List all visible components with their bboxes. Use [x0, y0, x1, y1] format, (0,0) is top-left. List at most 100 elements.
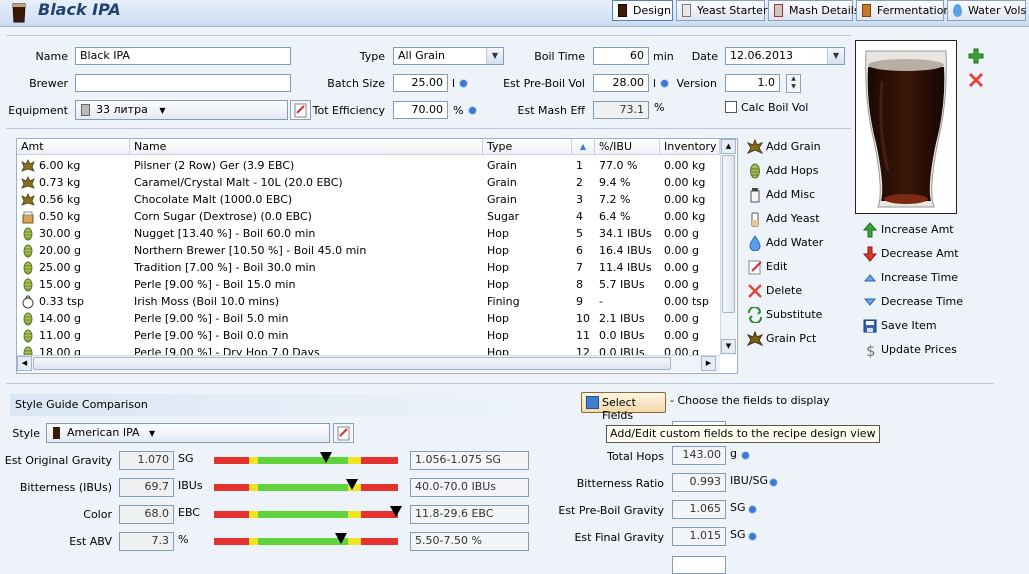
svg-text:$: $: [866, 342, 876, 358]
tab-yeast-starter[interactable]: Yeast Starter: [676, 0, 767, 21]
cell-name: Irish Moss (Boil 10.0 mins): [134, 295, 280, 308]
table-row[interactable]: 0.50 kg Corn Sugar (Dextrose) (0.0 EBC) Su…: [17, 208, 719, 225]
style-row-unit: EBC: [178, 506, 200, 519]
batch-size-input[interactable]: 25.00: [393, 74, 448, 92]
table-row[interactable]: 11.00 g Perle [9.00 %] - Boil 0.0 min Hop 1…: [17, 327, 719, 344]
batch-size-info-dot[interactable]: [460, 80, 467, 87]
select-fields-button[interactable]: Select Fields: [581, 392, 666, 422]
add-yeast-button[interactable]: Add Yeast: [747, 211, 837, 228]
cell-inv: 0.00 g: [664, 261, 699, 274]
col-amt[interactable]: Amt: [17, 139, 130, 155]
col-name[interactable]: Name: [130, 139, 483, 155]
version-input[interactable]: 1.0: [725, 74, 780, 92]
style-select[interactable]: American IPA ▼: [46, 423, 330, 443]
scroll-left-arrow[interactable]: ◀: [17, 356, 32, 371]
table-row[interactable]: 14.00 g Perle [9.00 %] - Boil 5.0 min Hop 1…: [17, 310, 719, 327]
tab-fermentation[interactable]: Fermentation: [856, 0, 950, 21]
type-select[interactable]: All Grain ▼: [393, 47, 504, 65]
add-grain-button[interactable]: Add Grain: [746, 138, 837, 156]
efficiency-info-dot[interactable]: [469, 107, 476, 114]
delete-button[interactable]: Delete: [747, 283, 837, 300]
increase-time-button[interactable]: Increase Time: [862, 270, 972, 287]
efficiency-label: Tot Efficiency: [312, 104, 385, 117]
grid-vertical-scrollbar[interactable]: ▲ ▼: [720, 139, 736, 355]
stat-info-dot[interactable]: [749, 506, 756, 513]
beer-glass-picture: [865, 50, 947, 208]
col-pct-ibu[interactable]: %/IBU: [595, 139, 660, 155]
gauge-segment: [348, 511, 362, 518]
style-edit-button[interactable]: [333, 423, 354, 443]
table-row[interactable]: 6.00 kg Pilsner (2 Row) Ger (3.9 EBC) Grai…: [17, 157, 719, 174]
increase-amt-button[interactable]: Increase Amt: [862, 222, 972, 239]
cell-inv: 0.00 kg: [664, 193, 706, 206]
equipment-select[interactable]: 33 литра ▼: [75, 100, 288, 120]
grid-horizontal-scrollbar[interactable]: ◀ ▶: [17, 355, 720, 372]
style-row-label: Bitterness (IBUs): [19, 481, 112, 494]
edit-button[interactable]: Edit: [747, 259, 837, 276]
brewer-input[interactable]: [75, 74, 291, 92]
stat-info-dot[interactable]: [770, 479, 777, 486]
cell-inv: 0.00 kg: [664, 210, 706, 223]
equipment-edit-button[interactable]: [290, 100, 311, 120]
cell-pct: 6.4 %: [599, 210, 631, 223]
style-row-unit: IBUs: [178, 479, 203, 492]
col-type[interactable]: Type: [483, 139, 572, 155]
decrease-amt-button[interactable]: Decrease Amt: [862, 246, 972, 263]
cell-inv: 0.00 kg: [664, 176, 706, 189]
action-label: Add Yeast: [766, 212, 820, 225]
scroll-thumb[interactable]: [722, 155, 735, 313]
close-icon[interactable]: [968, 72, 984, 88]
scroll-up-arrow[interactable]: ▲: [721, 139, 736, 154]
scroll-down-arrow[interactable]: ▼: [721, 339, 736, 354]
table-row[interactable]: 15.00 g Perle [9.00 %] - Boil 15.0 min Hop…: [17, 276, 719, 293]
cell-pct: 77.0 %: [599, 159, 638, 172]
sugar-icon: [21, 210, 35, 224]
date-picker[interactable]: 12.06.2013 ▼: [725, 47, 845, 65]
boil-time-input[interactable]: 60: [593, 47, 649, 65]
update-prices-button[interactable]: $ Update Prices: [862, 342, 972, 360]
style-row-label: Est ABV: [69, 535, 112, 548]
table-row[interactable]: 0.56 kg Chocolate Malt (1000.0 EBC) Grain 3…: [17, 191, 719, 208]
add-water-button[interactable]: Add Water: [747, 235, 837, 252]
decrease-time-button[interactable]: Decrease Time: [862, 294, 972, 311]
tab-water-vols[interactable]: Water Vols: [947, 0, 1026, 21]
plus-icon[interactable]: [968, 48, 984, 64]
style-row-range: 40.0-70.0 IBUs: [410, 478, 529, 497]
table-row[interactable]: 0.73 kg Caramel/Crystal Malt - 10L (20.0 …: [17, 174, 719, 191]
grain-icon: [21, 159, 35, 173]
version-label: Version: [676, 77, 717, 90]
cell-pct: 9.4 %: [599, 176, 631, 189]
misc-icon: [747, 187, 763, 203]
add-hops-button[interactable]: Add Hops: [747, 163, 837, 180]
table-row[interactable]: 0.33 tsp Irish Moss (Boil 10.0 mins) Finin…: [17, 293, 719, 310]
save-item-button[interactable]: Save Item: [862, 318, 972, 335]
cell-type: Grain: [487, 159, 517, 172]
version-spinner[interactable]: ▲ ▼: [786, 74, 801, 93]
date-value: 12.06.2013: [730, 49, 793, 62]
name-input[interactable]: Black IPA: [75, 47, 291, 65]
gauge-segment: [348, 538, 362, 545]
calc-boil-checkbox[interactable]: [725, 101, 737, 113]
pre-boil-vol-input[interactable]: 28.00: [593, 74, 649, 92]
h-scroll-thumb[interactable]: [33, 357, 671, 370]
cut-off-stat-input: [672, 556, 726, 574]
tab-mash-details[interactable]: Mash Details: [768, 0, 860, 21]
add-misc-button[interactable]: Add Misc: [747, 187, 837, 204]
efficiency-input[interactable]: 70.00: [393, 101, 448, 119]
grain-pct-button[interactable]: Grain Pct: [746, 330, 837, 348]
table-row[interactable]: 25.00 g Tradition [7.00 %] - Boil 30.0 mi…: [17, 259, 719, 276]
cell-pct: -: [599, 295, 603, 308]
stat-unit: SG: [730, 528, 746, 541]
col-inventory[interactable]: Inventory: [660, 139, 720, 155]
table-row[interactable]: 30.00 g Nugget [13.40 %] - Boil 60.0 min H…: [17, 225, 719, 242]
ingredients-table[interactable]: Amt Name Type ▲ %/IBU Inventory 6.00 kg P…: [16, 138, 738, 374]
table-row[interactable]: 20.00 g Northern Brewer [10.50 %] - Boil …: [17, 242, 719, 259]
stat-info-dot[interactable]: [749, 533, 756, 540]
cell-name: Corn Sugar (Dextrose) (0.0 EBC): [134, 210, 312, 223]
stat-info-dot[interactable]: [742, 452, 749, 459]
substitute-button[interactable]: Substitute: [747, 306, 837, 324]
cell-inv: 0.00 g: [664, 312, 699, 325]
scroll-right-arrow[interactable]: ▶: [701, 356, 716, 371]
tab-design[interactable]: Design: [612, 0, 673, 21]
col-order[interactable]: ▲: [572, 139, 595, 155]
